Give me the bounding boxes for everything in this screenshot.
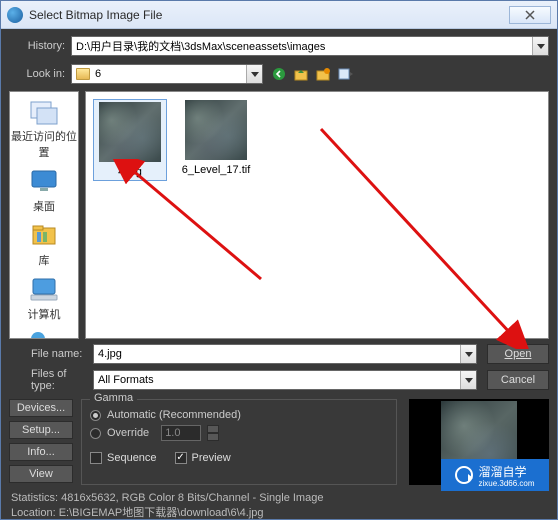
place-library[interactable]: 库	[10, 216, 78, 270]
main-panel: History: D:\用户目录\我的文档\3dsMax\sceneassets…	[1, 29, 557, 519]
logo-icon	[455, 466, 473, 484]
spinner-buttons[interactable]	[207, 425, 219, 441]
gamma-check-row: Sequence Preview	[90, 452, 388, 464]
file-list[interactable]: 4.jpg 6_Level_17.tif	[85, 91, 549, 339]
chevron-down-icon	[532, 37, 548, 55]
statistics: Statistics: 4816x5632, RGB Color 8 Bits/…	[11, 491, 547, 520]
info-button[interactable]: Info...	[9, 443, 73, 461]
titlebar: Select Bitmap Image File	[1, 1, 557, 29]
stats-line1: Statistics: 4816x5632, RGB Color 8 Bits/…	[11, 491, 547, 506]
up-icon[interactable]	[293, 66, 309, 82]
chevron-down-icon	[460, 371, 476, 389]
filetype-row: Files of type: All Formats Cancel	[9, 369, 549, 391]
filename-input[interactable]: 4.jpg	[93, 344, 477, 364]
dialog-window: Select Bitmap Image File History: D:\用户目…	[0, 0, 558, 520]
lookin-value: 6	[95, 68, 101, 80]
thumbnail-image	[185, 100, 247, 160]
gamma-override-value[interactable]: 1.0	[161, 425, 201, 441]
history-combo[interactable]: D:\用户目录\我的文档\3dsMax\sceneassets\images	[71, 36, 549, 56]
window-title: Select Bitmap Image File	[29, 8, 505, 22]
watermark-logo: 溜溜自学 zixue.3d66.com	[441, 459, 549, 491]
filetype-combo[interactable]: All Formats	[93, 370, 477, 390]
radio-icon	[90, 428, 101, 439]
library-icon	[27, 220, 61, 250]
place-desktop-label: 桌面	[10, 198, 78, 214]
lookin-label: Look in:	[9, 68, 71, 80]
new-folder-icon[interactable]	[315, 66, 331, 82]
preview-label: Preview	[192, 452, 231, 464]
chevron-down-icon	[246, 65, 262, 83]
checkbox-icon	[175, 452, 187, 464]
filename-row: File name: 4.jpg Open	[9, 343, 549, 365]
checkbox-icon	[90, 452, 102, 464]
close-button[interactable]	[509, 6, 551, 24]
place-recent[interactable]: 最近访问的位置	[10, 92, 78, 162]
history-label: History:	[9, 40, 71, 52]
filetype-label: Files of type:	[9, 368, 93, 392]
gamma-override-label: Override	[107, 427, 149, 439]
place-computer[interactable]: 计算机	[10, 270, 78, 324]
thumbnail-image	[99, 102, 161, 162]
place-computer-label: 计算机	[10, 306, 78, 322]
gamma-legend: Gamma	[90, 392, 137, 404]
app-icon	[7, 7, 23, 23]
view-menu-icon[interactable]	[337, 66, 353, 82]
sequence-label: Sequence	[107, 452, 157, 464]
chevron-down-icon	[460, 345, 476, 363]
place-network[interactable]: 网络	[10, 324, 78, 339]
lookin-row: Look in: 6	[9, 63, 549, 85]
file-name: 6_Level_17.tif	[180, 164, 252, 176]
gamma-override-option[interactable]: Override 1.0	[90, 424, 388, 442]
place-library-label: 库	[10, 252, 78, 268]
view-button[interactable]: View	[9, 465, 73, 483]
file-name: 4.jpg	[96, 166, 164, 178]
body: 最近访问的位置 桌面 库 计算机 网络	[9, 91, 549, 339]
preview-option[interactable]: Preview	[175, 452, 231, 464]
radio-icon	[90, 410, 101, 421]
cancel-button[interactable]: Cancel	[487, 370, 549, 390]
logo-text: 溜溜自学	[478, 463, 534, 480]
desktop-icon	[27, 166, 61, 196]
network-icon	[27, 328, 61, 339]
recent-icon	[27, 96, 61, 126]
gamma-auto-label: Automatic (Recommended)	[107, 409, 241, 421]
close-icon	[525, 10, 535, 20]
setup-button[interactable]: Setup...	[9, 421, 73, 439]
filetype-value: All Formats	[98, 374, 154, 386]
history-row: History: D:\用户目录\我的文档\3dsMax\sceneassets…	[9, 35, 549, 57]
left-buttons: Devices... Setup... Info... View	[9, 399, 73, 485]
stats-line2: Location: E:\BIGEMAP地图下载器\download\6\4.j…	[11, 506, 547, 520]
devices-button[interactable]: Devices...	[9, 399, 73, 417]
logo-subtext: zixue.3d66.com	[478, 480, 534, 488]
lookin-toolbar	[271, 66, 353, 82]
place-desktop[interactable]: 桌面	[10, 162, 78, 216]
gamma-group: Gamma Automatic (Recommended) Override 1…	[81, 399, 397, 485]
filename-value: 4.jpg	[98, 348, 122, 360]
gamma-auto-option[interactable]: Automatic (Recommended)	[90, 406, 388, 424]
history-value: D:\用户目录\我的文档\3dsMax\sceneassets\images	[76, 38, 325, 54]
back-icon[interactable]	[271, 66, 287, 82]
file-item-selected[interactable]: 4.jpg	[94, 100, 166, 180]
open-button[interactable]: Open	[487, 344, 549, 364]
folder-icon	[76, 68, 90, 80]
filename-label: File name:	[9, 348, 93, 360]
places-bar: 最近访问的位置 桌面 库 计算机 网络	[9, 91, 79, 339]
computer-icon	[27, 274, 61, 304]
sequence-option[interactable]: Sequence	[90, 452, 157, 464]
place-recent-label: 最近访问的位置	[10, 128, 78, 160]
lookin-combo[interactable]: 6	[71, 64, 263, 84]
file-item[interactable]: 6_Level_17.tif	[180, 100, 252, 176]
